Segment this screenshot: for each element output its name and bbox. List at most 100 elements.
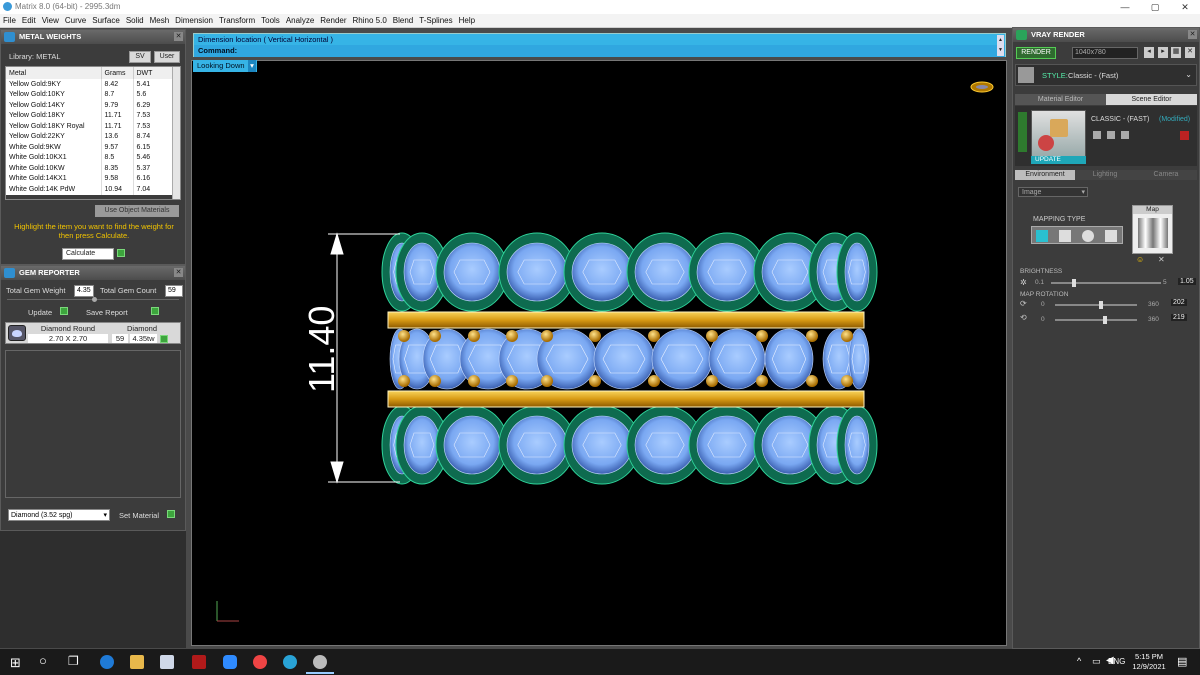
map-clear-icon[interactable]: ✕ — [1158, 255, 1165, 264]
brightness-slider[interactable] — [1051, 279, 1161, 287]
save-report-button[interactable]: Save Report — [86, 308, 128, 317]
windows-start-icon[interactable]: ⊞ — [10, 655, 21, 671]
col-grams[interactable]: Grams — [101, 67, 134, 79]
grid-icon[interactable]: ▦ — [1171, 47, 1181, 58]
table-row[interactable]: Yellow Gold:18KY Royal 11.71 7.53 — [6, 121, 180, 132]
use-object-materials-button[interactable]: Use Object Materials — [95, 205, 179, 217]
copy-icon[interactable] — [1107, 131, 1115, 139]
matrix-app-icon[interactable] — [313, 655, 327, 669]
menu-tsplines[interactable]: T-Splines — [416, 14, 455, 28]
user-button[interactable]: User — [154, 51, 180, 63]
menu-solid[interactable]: Solid — [123, 14, 147, 28]
rot1-value[interactable]: 202 — [1171, 299, 1187, 306]
brightness-knob[interactable] — [1072, 279, 1077, 287]
style-selector[interactable]: STYLE: Classic - (Fast) ⌄ — [1015, 64, 1197, 86]
task-view-icon[interactable]: ❐ — [68, 654, 79, 668]
table-row[interactable]: Yellow Gold:14KY 9.79 6.29 — [6, 100, 180, 111]
table-scrollbar[interactable] — [172, 67, 180, 199]
rotation-h-slider[interactable] — [1055, 301, 1137, 309]
maximize-button[interactable]: ▢ — [1140, 0, 1170, 14]
update-button[interactable]: Update — [28, 308, 52, 317]
gem-row-go-icon[interactable] — [160, 335, 168, 343]
tab-material-editor[interactable]: Material Editor — [1015, 94, 1106, 105]
edge-icon[interactable] — [100, 655, 114, 669]
rotation-v-slider[interactable] — [1055, 316, 1137, 324]
col-metal[interactable]: Metal — [6, 67, 102, 79]
view-dropdown[interactable]: Looking Down ▾ — [193, 60, 257, 72]
table-row[interactable]: White Gold:10KW 8.35 5.37 — [6, 163, 180, 174]
menu-render[interactable]: Render — [317, 14, 349, 28]
map-preview[interactable]: Map — [1132, 205, 1173, 254]
material-select[interactable]: Diamond (3.52 spg) ▾ — [8, 509, 110, 521]
chrome-icon[interactable] — [253, 655, 267, 669]
app-icon-7[interactable] — [283, 655, 297, 669]
tab-lighting[interactable]: Lighting — [1075, 170, 1135, 180]
menu-curve[interactable]: Curve — [62, 14, 89, 28]
rotation-v-knob[interactable] — [1103, 316, 1108, 324]
preset-update-button[interactable]: UPDATE — [1031, 156, 1086, 164]
command-scroll[interactable]: ▲ ▼ — [997, 35, 1004, 56]
zoom-icon[interactable] — [223, 655, 237, 669]
clock[interactable]: 5:15 PM 12/9/2021 — [1127, 652, 1171, 672]
menu-tools[interactable]: Tools — [258, 14, 283, 28]
set-material-button[interactable]: Set Material — [119, 511, 159, 520]
close-icon[interactable]: ✕ — [174, 32, 183, 41]
menu-rhino[interactable]: Rhino 5.0 — [350, 14, 390, 28]
settings-icon[interactable]: ✕ — [1185, 47, 1195, 58]
calculate-button[interactable]: Calculate — [62, 248, 114, 260]
sv-button[interactable]: SV — [129, 51, 151, 63]
prev-icon[interactable]: ◂ — [1144, 47, 1154, 58]
table-row[interactable]: Yellow Gold:18KY 11.71 7.53 — [6, 110, 180, 121]
app-icon-4[interactable] — [192, 655, 206, 669]
view-widget-icon[interactable] — [970, 81, 994, 93]
map-flat-icon[interactable] — [1036, 230, 1048, 242]
table-row[interactable]: Yellow Gold:9KY 8.42 5.41 — [6, 79, 180, 90]
map-edit-icon[interactable]: ☺ — [1136, 255, 1144, 264]
tab-camera[interactable]: Camera — [1135, 170, 1197, 180]
command-input[interactable]: Command: — [194, 45, 1005, 57]
menu-blend[interactable]: Blend — [390, 14, 416, 28]
file-explorer-icon[interactable] — [130, 655, 144, 669]
set-material-go-icon[interactable] — [167, 510, 175, 518]
minimize-button[interactable]: — — [1110, 0, 1140, 14]
rotation-h-knob[interactable] — [1098, 301, 1103, 309]
rot2-value[interactable]: 219 — [1171, 314, 1187, 321]
update-go-icon[interactable] — [60, 307, 68, 315]
calculate-go-icon[interactable] — [117, 249, 125, 257]
menu-surface[interactable]: Surface — [89, 14, 123, 28]
tray-chevron-icon[interactable]: ^ — [1077, 656, 1081, 666]
table-row[interactable]: White Gold:10KX1 8.5 5.46 — [6, 152, 180, 163]
menu-mesh[interactable]: Mesh — [147, 14, 173, 28]
table-row[interactable]: White Gold:14KX1 9.58 6.16 — [6, 173, 180, 184]
splitter-handle[interactable] — [92, 297, 97, 302]
viewport[interactable]: 11.40 — [191, 60, 1007, 646]
table-row[interactable]: Yellow Gold:22KY 13.6 8.74 — [6, 131, 180, 142]
chevron-down-icon[interactable]: ⌄ — [1185, 70, 1192, 79]
map-sphere-icon[interactable] — [1082, 230, 1094, 242]
environment-mode-select[interactable]: Image ▾ — [1018, 187, 1088, 197]
save-icon[interactable] — [1093, 131, 1101, 139]
save-report-go-icon[interactable] — [151, 307, 159, 315]
gem-list-row[interactable]: Diamond Round 2.70 X 2.70 Diamond 59 4.3… — [5, 322, 181, 344]
lang-indicator[interactable]: ENG — [1108, 657, 1125, 666]
map-box-icon[interactable] — [1059, 230, 1071, 242]
folder-icon[interactable] — [1121, 131, 1129, 139]
menu-help[interactable]: Help — [456, 14, 478, 28]
menu-analyze[interactable]: Analyze — [283, 14, 317, 28]
search-icon[interactable]: ○ — [39, 653, 47, 668]
tab-environment[interactable]: Environment — [1015, 170, 1075, 180]
brightness-value[interactable]: 1.05 — [1178, 278, 1196, 285]
app-icon-3[interactable] — [160, 655, 174, 669]
network-icon[interactable]: ▭ — [1092, 656, 1101, 667]
close-icon[interactable]: ✕ — [174, 268, 183, 277]
render-button[interactable]: RENDER — [1016, 47, 1056, 59]
next-icon[interactable]: ▸ — [1158, 47, 1168, 58]
map-cylinder-icon[interactable] — [1105, 230, 1117, 242]
menu-file[interactable]: File — [0, 14, 19, 28]
tab-scene-editor[interactable]: Scene Editor — [1106, 94, 1197, 105]
close-icon[interactable]: ✕ — [1188, 30, 1197, 39]
close-button[interactable]: ✕ — [1170, 0, 1200, 14]
menu-transform[interactable]: Transform — [216, 14, 258, 28]
table-row[interactable]: White Gold:9KW 9.57 6.15 — [6, 142, 180, 153]
preset-arrow-icon[interactable] — [1018, 112, 1027, 152]
